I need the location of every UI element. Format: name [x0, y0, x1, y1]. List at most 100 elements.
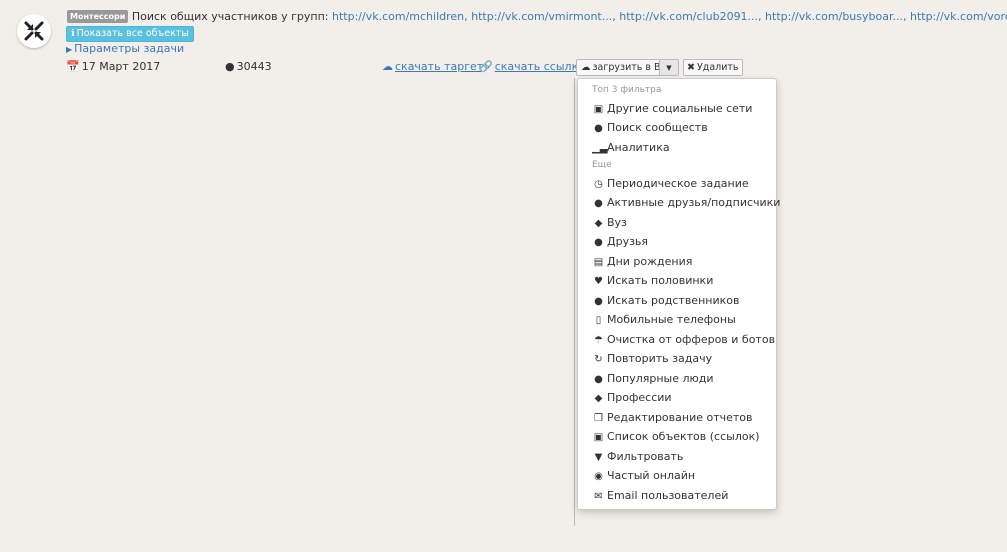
task-title-row: Монтессори Поиск общих участников у груп…: [67, 10, 1007, 23]
menu-item-professions[interactable]: ◆ Профессии: [592, 389, 672, 407]
envelope-icon: ✉: [594, 491, 603, 502]
menu-item-label: Искать родственников: [607, 294, 740, 307]
group-link-1[interactable]: http://vk.com/mchildren,: [332, 10, 468, 23]
menu-item-university[interactable]: ◆ Вуз: [592, 214, 627, 232]
menu-item-edit-reports[interactable]: ❐ Редактирование отчетов: [592, 409, 753, 427]
cloud-upload-icon: ☁: [581, 62, 591, 73]
menu-item-label: Email пользователей: [607, 489, 729, 502]
signal-icon: ▁▃: [592, 143, 608, 154]
menu-item-label: Мобильные телефоны: [607, 313, 736, 326]
menu-item-clean-bots[interactable]: ☂ Очистка от офферов и ботов: [592, 331, 775, 349]
menu-item-label: Профессии: [607, 391, 672, 404]
copy-icon: ❐: [594, 413, 603, 424]
menu-item-other-social[interactable]: ▣ Другие социальные сети: [592, 100, 753, 118]
menu-item-user-emails[interactable]: ✉ Email пользователей: [592, 487, 728, 505]
background-divider: [574, 78, 575, 526]
menu-item-periodic-task[interactable]: ◷ Периодическое задание: [592, 175, 749, 193]
menu-item-popular-people[interactable]: ● Популярные люди: [592, 370, 714, 388]
task-tag-badge: Монтессори: [67, 10, 129, 23]
upload-dropdown-toggle[interactable]: ▼: [659, 59, 679, 76]
caret-right-icon: ▶: [66, 45, 73, 54]
mobile-icon: ▯: [595, 315, 602, 326]
close-icon: ✖: [687, 62, 695, 73]
download-target-link[interactable]: ☁ скачать таргет: [382, 60, 483, 73]
menu-item-label: Список объектов (ссылок): [607, 430, 760, 443]
user-icon: ●: [225, 60, 235, 73]
menu-item-label: Частый онлайн: [607, 469, 696, 482]
user-icon: ●: [594, 198, 603, 209]
compress-arrows-icon: [24, 21, 44, 41]
menu-item-birthdays[interactable]: ▤ Дни рождения: [592, 253, 693, 271]
menu-header-top: Топ 3 фильтра: [592, 85, 662, 95]
menu-item-friends[interactable]: ● Друзья: [592, 233, 648, 251]
menu-item-frequent-online[interactable]: ◉ Частый онлайн: [592, 467, 695, 485]
group-link-4[interactable]: http://vk.com/busyboar...,: [765, 10, 906, 23]
task-count: ● 30443: [225, 60, 272, 73]
umbrella-icon: ☂: [594, 335, 603, 346]
task-params-toggle[interactable]: ▶ Параметры задачи: [66, 42, 184, 55]
info-icon: ℹ: [71, 28, 75, 39]
show-all-label: Показать все объекты: [76, 28, 189, 39]
date-value: 17 Март 2017: [81, 60, 161, 73]
menu-item-label: Искать половинки: [607, 274, 714, 287]
menu-item-find-partners[interactable]: ♥ Искать половинки: [592, 272, 713, 290]
filters-dropdown-menu: Топ 3 фильтра ▣ Другие социальные сети ● П…: [577, 78, 780, 510]
menu-item-repeat-task[interactable]: ↻ Повторить задачу: [592, 350, 712, 368]
delete-button[interactable]: ✖ Удалить: [683, 59, 743, 76]
filter-icon: ▼: [594, 452, 603, 463]
menu-item-label: Фильтровать: [607, 450, 684, 463]
task-date: 📅 17 Март 2017: [66, 60, 160, 73]
cloud-download-icon: ☁: [382, 60, 393, 73]
save-icon: ▣: [593, 432, 604, 443]
menu-item-mobile-phones[interactable]: ▯ Мобильные телефоны: [592, 311, 736, 329]
menu-item-label: Вуз: [607, 216, 627, 229]
link-icon: 🔗: [479, 60, 493, 73]
users-icon: ●: [594, 374, 603, 385]
users-icon: ●: [594, 123, 603, 134]
graduation-cap-icon: ◆: [594, 393, 603, 404]
instagram-icon: ▣: [593, 104, 604, 115]
gift-icon: ▤: [593, 257, 604, 268]
menu-item-label: Периодическое задание: [607, 177, 749, 190]
task-avatar: [17, 14, 51, 48]
heart-icon: ♥: [594, 276, 603, 287]
params-label: Параметры задачи: [74, 42, 185, 55]
menu-item-label: Поиск сообществ: [607, 121, 708, 134]
menu-item-label: Популярные люди: [607, 372, 714, 385]
menu-item-label: Повторить задачу: [607, 352, 713, 365]
menu-item-label: Очистка от офферов и ботов: [607, 333, 776, 346]
group-link-2[interactable]: http://vk.com/vmirmont...,: [471, 10, 616, 23]
group-link-5[interactable]: http://vk.com/vorobyshik,: [910, 10, 1007, 23]
task-title: Поиск общих участников у групп:: [131, 10, 329, 23]
show-all-objects-button[interactable]: ℹ Показать все объекты: [66, 26, 194, 42]
menu-item-label: Друзья: [607, 235, 649, 248]
menu-item-analytics[interactable]: ▁▃Аналитика: [592, 139, 670, 157]
eye-icon: ◉: [594, 471, 603, 482]
menu-header-more: Еще: [592, 160, 612, 170]
refresh-icon: ↻: [594, 354, 603, 365]
menu-item-label: Дни рождения: [607, 255, 693, 268]
download-target-label: скачать таргет: [395, 60, 484, 73]
menu-item-filter[interactable]: ▼ Фильтровать: [592, 448, 684, 466]
graduation-cap-icon: ◆: [594, 218, 603, 229]
upload-vk-button[interactable]: ☁ загрузить в ВК: [576, 59, 673, 76]
download-links-label: скачать ссылки: [494, 60, 586, 73]
menu-item-label: Аналитика: [607, 141, 670, 154]
menu-item-object-list[interactable]: ▣ Список объектов (ссылок): [592, 428, 760, 446]
menu-item-label: Активные друзья/подписчики: [607, 196, 781, 209]
menu-item-active-friends[interactable]: ● Активные друзья/подписчики: [592, 194, 780, 212]
menu-item-label: Другие социальные сети: [607, 102, 753, 115]
clock-icon: ◷: [594, 179, 603, 190]
count-value: 30443: [236, 60, 272, 73]
menu-item-find-relatives[interactable]: ● Искать родственников: [592, 292, 739, 310]
upload-label: загрузить в ВК: [592, 62, 668, 73]
menu-item-label: Редактирование отчетов: [607, 411, 753, 424]
download-links-link[interactable]: 🔗 скачать ссылки: [479, 60, 585, 73]
group-link-3[interactable]: http://vk.com/club2091...,: [619, 10, 761, 23]
caret-down-icon: ▼: [666, 64, 672, 72]
calendar-icon: 📅: [66, 60, 80, 73]
user-icon: ●: [594, 237, 603, 248]
delete-label: Удалить: [696, 62, 739, 73]
users-icon: ●: [594, 296, 603, 307]
menu-item-search-communities[interactable]: ● Поиск сообществ: [592, 119, 708, 137]
